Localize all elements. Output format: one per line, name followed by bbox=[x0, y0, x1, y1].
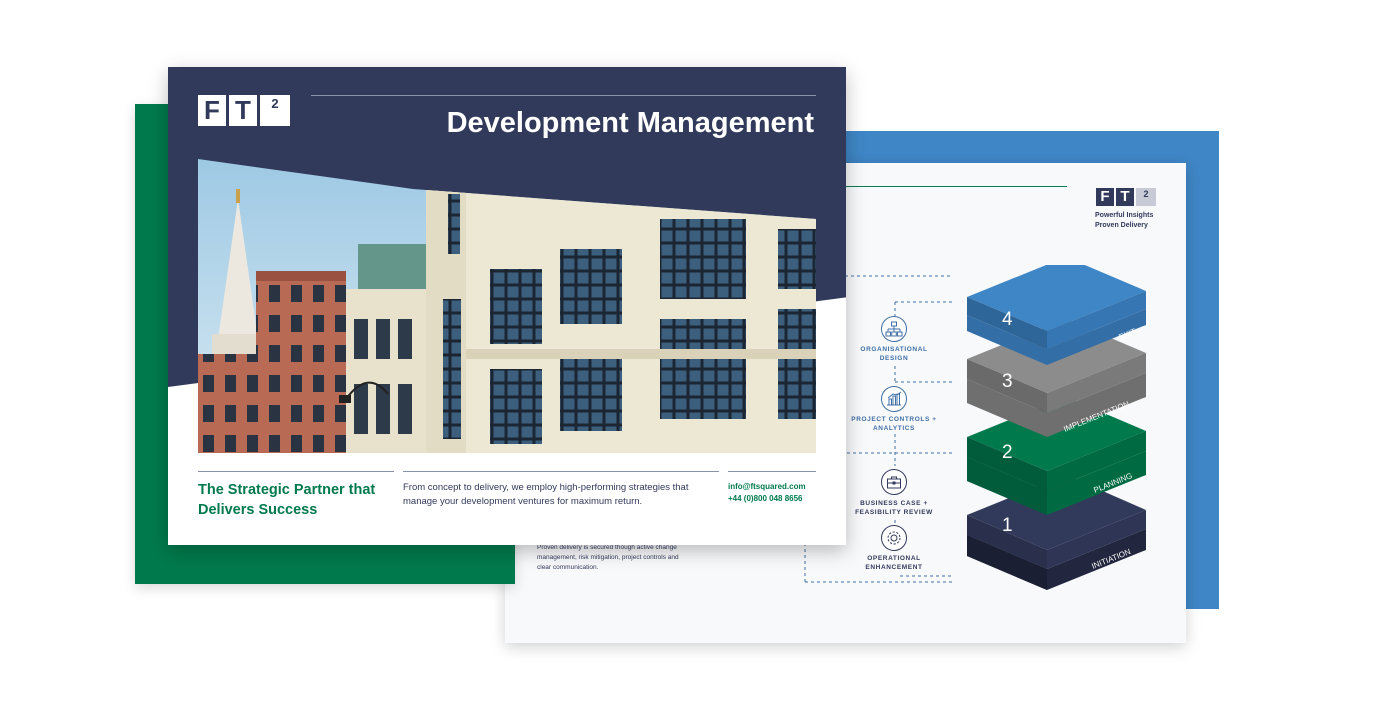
contact-rule bbox=[728, 471, 816, 472]
logo-letter-t: T bbox=[1116, 188, 1134, 206]
stage-number-1: 1 bbox=[1002, 515, 1013, 536]
page-title: Development Management bbox=[446, 107, 814, 139]
service-label-line: BUSINESS CASE + bbox=[860, 500, 928, 507]
service-label-line: DESIGN bbox=[879, 355, 909, 362]
front-brochure-page: FT2 Development Management The Strategic… bbox=[168, 67, 846, 545]
tagline-line-2: Proven Delivery bbox=[1095, 222, 1148, 229]
logo-letter-t: T bbox=[229, 95, 257, 126]
contact-email-link[interactable]: info@ftsquared.com bbox=[728, 482, 806, 491]
stage-number-4: 4 bbox=[1002, 309, 1013, 330]
contact-phone-link[interactable]: +44 (0)800 048 8656 bbox=[728, 494, 803, 503]
back-body-text: Proven delivery is secured though active… bbox=[537, 544, 679, 571]
service-label-business-case: BUSINESS CASE + FEASIBILITY REVIEW bbox=[839, 499, 949, 517]
front-logo: FT2 bbox=[198, 95, 290, 126]
analytics-chart-icon bbox=[881, 386, 907, 412]
description-rule bbox=[403, 471, 719, 472]
service-label-line: ANALYTICS bbox=[873, 425, 915, 432]
briefcase-icon bbox=[881, 469, 907, 495]
service-label-project-controls: PROJECT CONTROLS + ANALYTICS bbox=[839, 415, 949, 433]
org-chart-icon bbox=[881, 316, 907, 342]
stage-stack: 4 3 2 1 EXIT IMPLEMENTATION PLANNING INI… bbox=[967, 265, 1146, 590]
service-label-organisational-design: ORGANISATIONAL DESIGN bbox=[839, 345, 949, 363]
service-label-line: ENHANCEMENT bbox=[865, 564, 923, 571]
back-header-rule bbox=[845, 186, 1067, 187]
service-label-line: ORGANISATIONAL bbox=[860, 346, 928, 353]
stage-number-3: 3 bbox=[1002, 371, 1013, 392]
front-description: From concept to delivery, we employ high… bbox=[403, 482, 689, 507]
service-label-line: FEASIBILITY REVIEW bbox=[855, 509, 933, 516]
service-label-line: OPERATIONAL bbox=[867, 555, 921, 562]
tagline-rule bbox=[198, 471, 394, 472]
service-label-line: PROJECT CONTROLS + bbox=[851, 416, 937, 423]
logo-letter-f: F bbox=[198, 95, 226, 126]
logo-letter-f: F bbox=[1096, 188, 1114, 206]
service-label-operational: OPERATIONAL ENHANCEMENT bbox=[839, 554, 949, 572]
front-tagline: The Strategic Partner that Delivers Succ… bbox=[198, 482, 376, 518]
front-header-rule bbox=[311, 95, 816, 96]
gear-icon bbox=[881, 525, 907, 551]
stage-number-2: 2 bbox=[1002, 442, 1013, 463]
logo-superscript: 2 bbox=[260, 95, 290, 126]
building-photo bbox=[198, 159, 816, 453]
back-tagline: Powerful Insights Proven Delivery bbox=[1095, 211, 1153, 231]
logo-superscript: 2 bbox=[1136, 188, 1156, 206]
back-logo: FT2 bbox=[1096, 188, 1156, 206]
tagline-line-1: Powerful Insights bbox=[1095, 212, 1154, 219]
